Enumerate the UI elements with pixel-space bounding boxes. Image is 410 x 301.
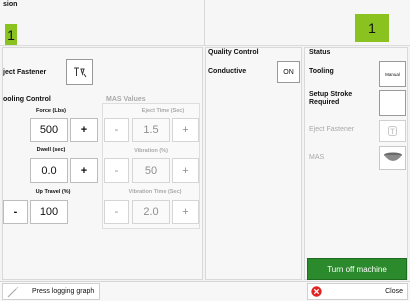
- vibration-time-value[interactable]: 2.0: [132, 200, 170, 224]
- up-travel-value[interactable]: 100: [30, 200, 68, 224]
- quality-control-title: Quality Control: [208, 49, 259, 56]
- force-value[interactable]: 500: [30, 118, 68, 142]
- press-logging-graph-label: Press logging graph: [32, 288, 95, 295]
- conductive-label: Conductive: [208, 68, 247, 75]
- mas-status-button[interactable]: [379, 146, 406, 170]
- header-title: sion: [3, 1, 18, 8]
- mas-bowl-icon: [383, 152, 402, 161]
- vibration-decrease-button[interactable]: -: [104, 158, 129, 183]
- force-label: Force (Lbs): [36, 108, 66, 114]
- graph-pen-icon: [7, 286, 19, 297]
- force-increase-button[interactable]: +: [70, 118, 98, 142]
- eject-time-decrease-button[interactable]: -: [104, 118, 129, 142]
- vibration-time-label: Vibration Time (Sec): [128, 189, 182, 195]
- close-label: Close: [385, 288, 403, 295]
- right-counter-badge: 1: [355, 14, 389, 42]
- status-title: Status: [309, 49, 331, 56]
- setup-stroke-button[interactable]: [379, 90, 406, 116]
- vibration-time-increase-button[interactable]: +: [172, 200, 199, 224]
- left-counter-badge: 1: [5, 24, 17, 45]
- setup-stroke-label: Setup Stroke Required: [309, 91, 353, 106]
- close-icon: [311, 286, 322, 297]
- eject-fastener-status-label: Eject Fastener: [309, 126, 355, 133]
- vibration-value[interactable]: 50: [132, 158, 170, 183]
- dwell-value[interactable]: 0.0: [30, 158, 68, 183]
- close-button[interactable]: Close: [307, 283, 408, 300]
- eject-fastener-status-button[interactable]: [379, 120, 406, 142]
- vibration-increase-button[interactable]: +: [172, 158, 199, 183]
- tooling-label: Tooling: [309, 68, 334, 75]
- eject-fastener-label: ject Fastener: [3, 69, 47, 76]
- conductive-toggle-button[interactable]: ON: [277, 61, 300, 83]
- fastener-status-icon: [388, 126, 397, 136]
- eject-time-label: Eject Time (Sec): [141, 108, 185, 114]
- mas-values-title: MAS Values: [106, 96, 146, 103]
- top-divider: [204, 0, 205, 46]
- vibration-time-decrease-button[interactable]: -: [104, 200, 129, 224]
- press-logging-graph-button[interactable]: Press logging graph: [2, 283, 100, 300]
- dwell-label: Dwell (sec): [36, 147, 66, 153]
- tooling-control-title: ooling Control: [3, 96, 51, 103]
- eject-time-increase-button[interactable]: +: [172, 118, 199, 142]
- top-strip: [0, 0, 410, 46]
- eject-time-value[interactable]: 1.5: [132, 118, 170, 142]
- mas-status-label: MAS: [309, 154, 325, 161]
- fastener-tool-icon: [73, 67, 86, 78]
- turn-off-machine-button[interactable]: Turn off machine: [307, 258, 407, 280]
- up-travel-label: Up Travel (%): [35, 189, 71, 195]
- up-travel-decrease-button[interactable]: -: [3, 200, 28, 224]
- dwell-increase-button[interactable]: +: [70, 158, 98, 183]
- vibration-label: Vibration (%): [134, 148, 168, 154]
- tooling-mode-button[interactable]: Manual: [379, 61, 406, 87]
- machine-control-screen: sion 1 1 ject Fastener ooling Control Fo…: [0, 0, 410, 301]
- eject-fastener-button[interactable]: [66, 59, 93, 85]
